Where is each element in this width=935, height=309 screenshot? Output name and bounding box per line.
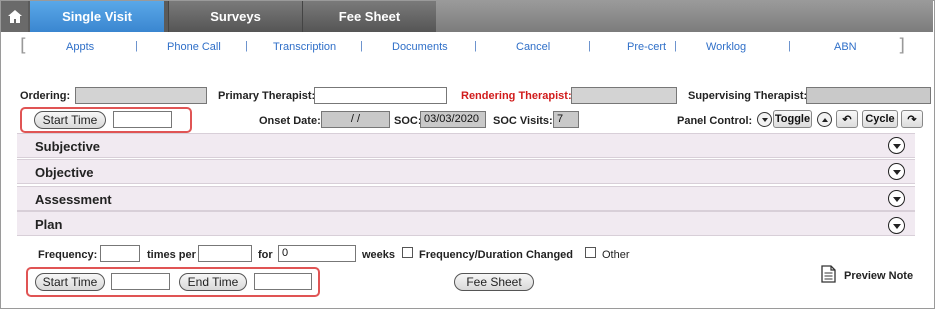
chevron-down-icon (892, 224, 901, 229)
for-label: for (258, 249, 273, 261)
cycle-button[interactable]: Cycle (862, 110, 898, 128)
times-per-input[interactable] (198, 245, 252, 262)
supervising-therapist-input[interactable] (806, 87, 931, 104)
other-checkbox[interactable] (585, 247, 596, 258)
soc-label: SOC: (394, 115, 422, 127)
preview-note-label[interactable]: Preview Note (844, 270, 913, 282)
expand-plan-button[interactable] (888, 217, 905, 234)
start-time-footer-input[interactable] (111, 273, 170, 290)
sub-navigation: [ Appts | Phone Call | Transcription | D… (20, 35, 910, 59)
nav-separator: | (474, 40, 477, 52)
cycle-forward-button[interactable]: ↷ (901, 110, 923, 128)
expand-objective-button[interactable] (888, 163, 905, 180)
primary-therapist-label: Primary Therapist: (218, 90, 316, 102)
nav-cancel[interactable]: Cancel (516, 41, 550, 53)
nav-phone-call[interactable]: Phone Call (167, 41, 221, 53)
nav-bracket-right: ] (898, 35, 906, 56)
home-button[interactable] (1, 1, 28, 32)
toggle-button[interactable]: Toggle (773, 110, 812, 128)
collapse-all-button[interactable] (757, 112, 772, 127)
onset-date-field[interactable]: / / (321, 111, 390, 128)
start-time-input[interactable] (113, 111, 172, 128)
onset-date-label: Onset Date: (259, 115, 321, 127)
nav-bracket-left: [ (20, 35, 28, 56)
nav-separator: | (360, 40, 363, 52)
supervising-therapist-label: Supervising Therapist: (688, 90, 808, 102)
nav-worklog[interactable]: Worklog (706, 41, 746, 53)
freq-changed-checkbox[interactable] (402, 247, 413, 258)
start-time-footer-button[interactable]: Start Time (35, 273, 105, 291)
primary-therapist-input[interactable] (314, 87, 447, 104)
chevron-down-icon (892, 197, 901, 202)
cycle-back-button[interactable]: ↶ (836, 110, 858, 128)
soc-field: 03/03/2020 (420, 111, 486, 128)
panel-title: Plan (35, 217, 63, 232)
chevron-up-icon (821, 117, 828, 122)
redo-arrow-icon: ↷ (907, 113, 917, 126)
nav-separator: | (588, 40, 591, 52)
frequency-input[interactable] (100, 245, 140, 262)
expand-all-button[interactable] (817, 112, 832, 127)
end-time-button[interactable]: End Time (179, 273, 247, 291)
soc-visits-label: SOC Visits: (493, 115, 553, 127)
panel-title: Assessment (35, 192, 112, 207)
rendering-therapist-field (571, 87, 677, 104)
expand-subjective-button[interactable] (888, 137, 905, 154)
nav-separator: | (674, 40, 677, 52)
preview-note-button[interactable] (821, 265, 841, 283)
freq-changed-label: Frequency/Duration Changed (419, 249, 574, 261)
panel-assessment[interactable]: Assessment (17, 186, 915, 211)
tab-surveys[interactable]: Surveys (168, 1, 302, 32)
tab-bar-filler (436, 1, 933, 32)
nav-abn[interactable]: ABN (834, 41, 857, 53)
start-time-button[interactable]: Start Time (34, 111, 106, 129)
duration-input[interactable]: 0 (278, 245, 356, 262)
chevron-down-icon (892, 144, 901, 149)
ordering-field (75, 87, 207, 104)
tab-single-visit[interactable]: Single Visit (30, 1, 164, 32)
end-time-input[interactable] (254, 273, 312, 290)
frequency-label: Frequency: (38, 249, 98, 261)
soc-visits-field: 7 (553, 111, 579, 128)
panel-subjective[interactable]: Subjective (17, 133, 915, 158)
other-label: Other (602, 249, 630, 261)
nav-separator: | (788, 40, 791, 52)
panel-plan[interactable]: Plan (17, 211, 915, 236)
nav-transcription[interactable]: Transcription (273, 41, 336, 53)
ordering-label: Ordering: (20, 90, 71, 102)
panel-control-label: Panel Control: (677, 115, 753, 127)
panel-objective[interactable]: Objective (17, 159, 915, 184)
nav-documents[interactable]: Documents (392, 41, 448, 53)
nav-pre-cert[interactable]: Pre-cert (627, 41, 666, 53)
undo-arrow-icon: ↶ (842, 113, 852, 126)
weeks-label: weeks (362, 249, 396, 261)
fee-sheet-button[interactable]: Fee Sheet (454, 273, 534, 291)
rendering-therapist-label: Rendering Therapist: (461, 90, 572, 102)
tab-fee-sheet[interactable]: Fee Sheet (302, 1, 436, 32)
chevron-down-icon (761, 118, 768, 122)
top-tab-bar: Single Visit Surveys Fee Sheet (1, 1, 933, 32)
nav-separator: | (245, 40, 248, 52)
home-icon (7, 10, 22, 23)
expand-assessment-button[interactable] (888, 190, 905, 207)
chevron-down-icon (892, 170, 901, 175)
panel-title: Objective (35, 165, 94, 180)
document-icon (821, 265, 836, 283)
panel-title: Subjective (35, 139, 101, 154)
nav-appts[interactable]: Appts (66, 41, 94, 53)
nav-separator: | (135, 40, 138, 52)
times-per-label: times per (147, 249, 196, 261)
